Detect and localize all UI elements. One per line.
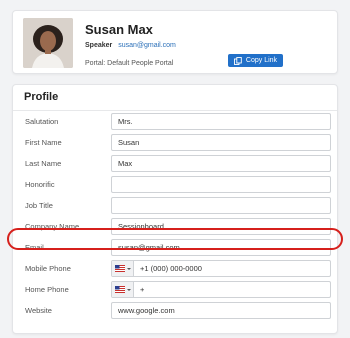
salutation-row: Salutation Mrs. [13, 113, 339, 131]
last-name-row: Last Name Max [13, 155, 339, 173]
copy-icon [233, 56, 242, 65]
website-label: Website [25, 306, 52, 315]
profile-card: Profile Salutation Mrs. First Name Susan… [12, 84, 338, 334]
profile-name: Susan Max [85, 22, 153, 37]
profile-header-card: Susan Max Speaker susan@gmail.com Portal… [12, 10, 338, 74]
email-input[interactable]: susan@gmail.com [111, 239, 331, 256]
company-name-label: Company Name [25, 222, 80, 231]
section-title: Profile [24, 91, 59, 103]
avatar [23, 18, 73, 68]
mobile-country-select[interactable] [112, 261, 134, 276]
last-name-label: Last Name [25, 159, 62, 168]
salutation-label: Salutation [25, 117, 59, 126]
first-name-label: First Name [25, 138, 62, 147]
salutation-input[interactable]: Mrs. [111, 113, 331, 130]
role-label: Speaker [85, 42, 113, 49]
email-link[interactable]: susan@gmail.com [118, 42, 176, 49]
us-flag-icon [114, 265, 125, 272]
company-name-row: Company Name Sessionboard [13, 218, 339, 236]
email-row: Email susan@gmail.com [13, 239, 339, 257]
home-country-select[interactable] [112, 282, 134, 297]
divider [13, 110, 337, 111]
mobile-phone-field[interactable]: +1 (000) 000-0000 [111, 260, 331, 277]
mobile-phone-input[interactable]: +1 (000) 000-0000 [140, 261, 202, 276]
home-phone-field[interactable]: + [111, 281, 331, 298]
job-title-input[interactable] [111, 197, 331, 214]
mobile-phone-row: Mobile Phone +1 (000) 000-0000 [13, 260, 339, 278]
email-label: Email [25, 243, 44, 252]
honorific-row: Honorific [13, 176, 339, 194]
copy-link-label: Copy Link [245, 57, 278, 64]
first-name-input[interactable]: Susan [111, 134, 331, 151]
job-title-label: Job Title [25, 201, 53, 210]
role-row: Speaker susan@gmail.com [85, 42, 176, 49]
company-name-input[interactable]: Sessionboard [111, 218, 331, 235]
us-flag-icon [114, 286, 125, 293]
copy-link-button[interactable]: Copy Link [228, 54, 283, 67]
job-title-row: Job Title [13, 197, 339, 215]
home-phone-row: Home Phone + [13, 281, 339, 299]
mobile-phone-label: Mobile Phone [25, 264, 71, 273]
honorific-input[interactable] [111, 176, 331, 193]
last-name-input[interactable]: Max [111, 155, 331, 172]
portal-text: Portal: Default People Portal [85, 60, 174, 67]
home-phone-input[interactable]: + [140, 282, 144, 297]
home-phone-label: Home Phone [25, 285, 69, 294]
chevron-down-icon [126, 288, 131, 291]
website-row: Website www.google.com [13, 302, 339, 320]
first-name-row: First Name Susan [13, 134, 339, 152]
website-input[interactable]: www.google.com [111, 302, 331, 319]
honorific-label: Honorific [25, 180, 55, 189]
chevron-down-icon [126, 267, 131, 270]
